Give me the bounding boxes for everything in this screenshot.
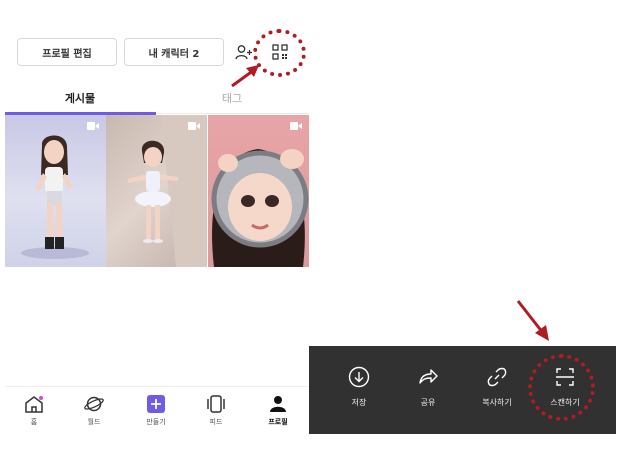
arrow-to-qr-icon — [231, 65, 259, 88]
tab-tags[interactable]: 태그 — [157, 90, 307, 106]
download-icon — [348, 366, 370, 388]
feed-icon — [207, 395, 225, 413]
nav-feed-label: 피드 — [209, 418, 223, 426]
bottom-navigation: 홈 월드 만들기 피드 프로필 — [5, 386, 309, 432]
my-character-button[interactable]: 내 캐릭터 2 — [124, 38, 224, 66]
nav-feed[interactable]: 피드 — [191, 395, 241, 427]
tab-posts[interactable]: 게시물 — [5, 90, 155, 106]
planet-icon — [84, 396, 104, 412]
video-icon — [87, 122, 99, 130]
post-thumbnail[interactable] — [106, 115, 207, 267]
post-thumbnail[interactable] — [5, 115, 106, 267]
copy-link-label: 복사하기 — [482, 398, 512, 407]
share-icon — [419, 369, 438, 384]
edit-profile-button[interactable]: 프로필 편집 — [17, 38, 117, 66]
tab-divider — [156, 113, 309, 114]
nav-world-label: 월드 — [87, 418, 101, 426]
video-icon — [290, 122, 302, 130]
nav-world[interactable]: 월드 — [69, 395, 119, 427]
profile-icon — [270, 396, 286, 412]
link-icon — [487, 367, 507, 387]
nav-home-label: 홈 — [30, 418, 38, 426]
share-button[interactable]: 공유 — [398, 366, 458, 408]
nav-profile-label: 프로필 — [268, 418, 288, 426]
save-label: 저장 — [351, 398, 367, 407]
video-icon — [188, 122, 200, 130]
copy-link-button[interactable]: 복사하기 — [467, 366, 527, 408]
nav-profile[interactable]: 프로필 — [253, 395, 303, 427]
nav-create[interactable]: 만들기 — [131, 395, 181, 427]
post-thumbnail[interactable] — [208, 115, 309, 267]
home-icon — [25, 396, 43, 413]
nav-create-label: 만들기 — [146, 418, 166, 426]
plus-icon — [147, 395, 165, 413]
share-label: 공유 — [420, 398, 436, 407]
arrow-to-scan-button — [516, 300, 549, 341]
save-button[interactable]: 저장 — [329, 366, 389, 408]
scan-highlight-circle — [528, 354, 595, 421]
nav-home[interactable]: 홈 — [9, 395, 59, 427]
